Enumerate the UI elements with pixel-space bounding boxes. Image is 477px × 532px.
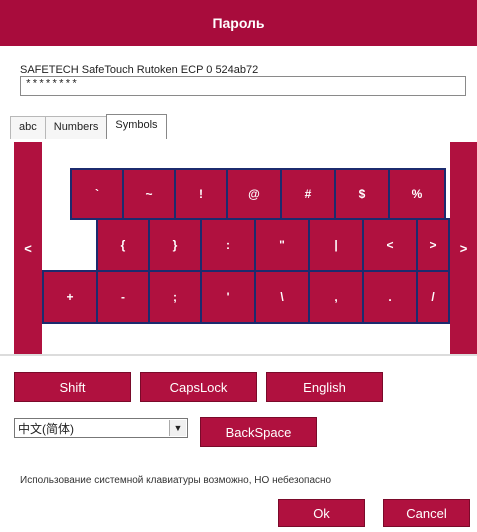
tab-symbols[interactable]: Symbols (106, 114, 167, 139)
keyboard-right-arrow-key[interactable]: > (450, 142, 477, 354)
key-percent[interactable]: % (388, 168, 446, 220)
key-colon[interactable]: : (200, 218, 256, 272)
language-select-value: 中文(简体) (18, 421, 74, 436)
key-plus[interactable]: + (42, 270, 98, 324)
backspace-button[interactable]: BackSpace (200, 417, 317, 447)
cancel-button[interactable]: Cancel (383, 499, 470, 527)
english-button[interactable]: English (266, 372, 383, 402)
key-pipe[interactable]: | (308, 218, 364, 272)
key-exclamation[interactable]: ! (174, 168, 228, 220)
key-hash[interactable]: # (280, 168, 336, 220)
token-name-label: SAFETECH SafeTouch Rutoken ECP 0 524ab72 (20, 64, 259, 76)
chevron-down-icon[interactable]: ▼ (169, 420, 186, 436)
key-period[interactable]: . (362, 270, 418, 324)
key-slash[interactable]: / (416, 270, 450, 324)
key-right-brace[interactable]: } (148, 218, 202, 272)
security-warning-text: Использование системной клавиатуры возмо… (20, 475, 332, 486)
key-apostrophe[interactable]: ' (200, 270, 256, 324)
capslock-button[interactable]: CapsLock (140, 372, 257, 402)
key-at[interactable]: @ (226, 168, 282, 220)
key-comma[interactable]: , (308, 270, 364, 324)
key-backslash[interactable]: \ (254, 270, 310, 324)
shift-button[interactable]: Shift (14, 372, 131, 402)
key-semicolon[interactable]: ; (148, 270, 202, 324)
key-dollar[interactable]: $ (334, 168, 390, 220)
password-field[interactable]: ******** (20, 76, 466, 96)
dialog-title: Пароль (212, 15, 265, 31)
keyboard-tabs: abc Numbers Symbols (10, 114, 167, 141)
key-double-quote[interactable]: " (254, 218, 310, 272)
ok-button[interactable]: Ok (278, 499, 365, 527)
key-minus[interactable]: - (96, 270, 150, 324)
key-tilde[interactable]: ~ (122, 168, 176, 220)
tab-abc[interactable]: abc (10, 116, 46, 139)
divider (0, 354, 477, 356)
language-select[interactable]: 中文(简体) ▼ (14, 418, 188, 438)
key-left-brace[interactable]: { (96, 218, 150, 272)
key-less-than[interactable]: < (362, 218, 418, 272)
keyboard-left-arrow-key[interactable]: < (14, 142, 42, 354)
dialog-title-bar: Пароль (0, 0, 477, 46)
key-greater-than[interactable]: > (416, 218, 450, 272)
tab-numbers[interactable]: Numbers (44, 116, 108, 139)
key-backtick[interactable]: ` (70, 168, 124, 220)
